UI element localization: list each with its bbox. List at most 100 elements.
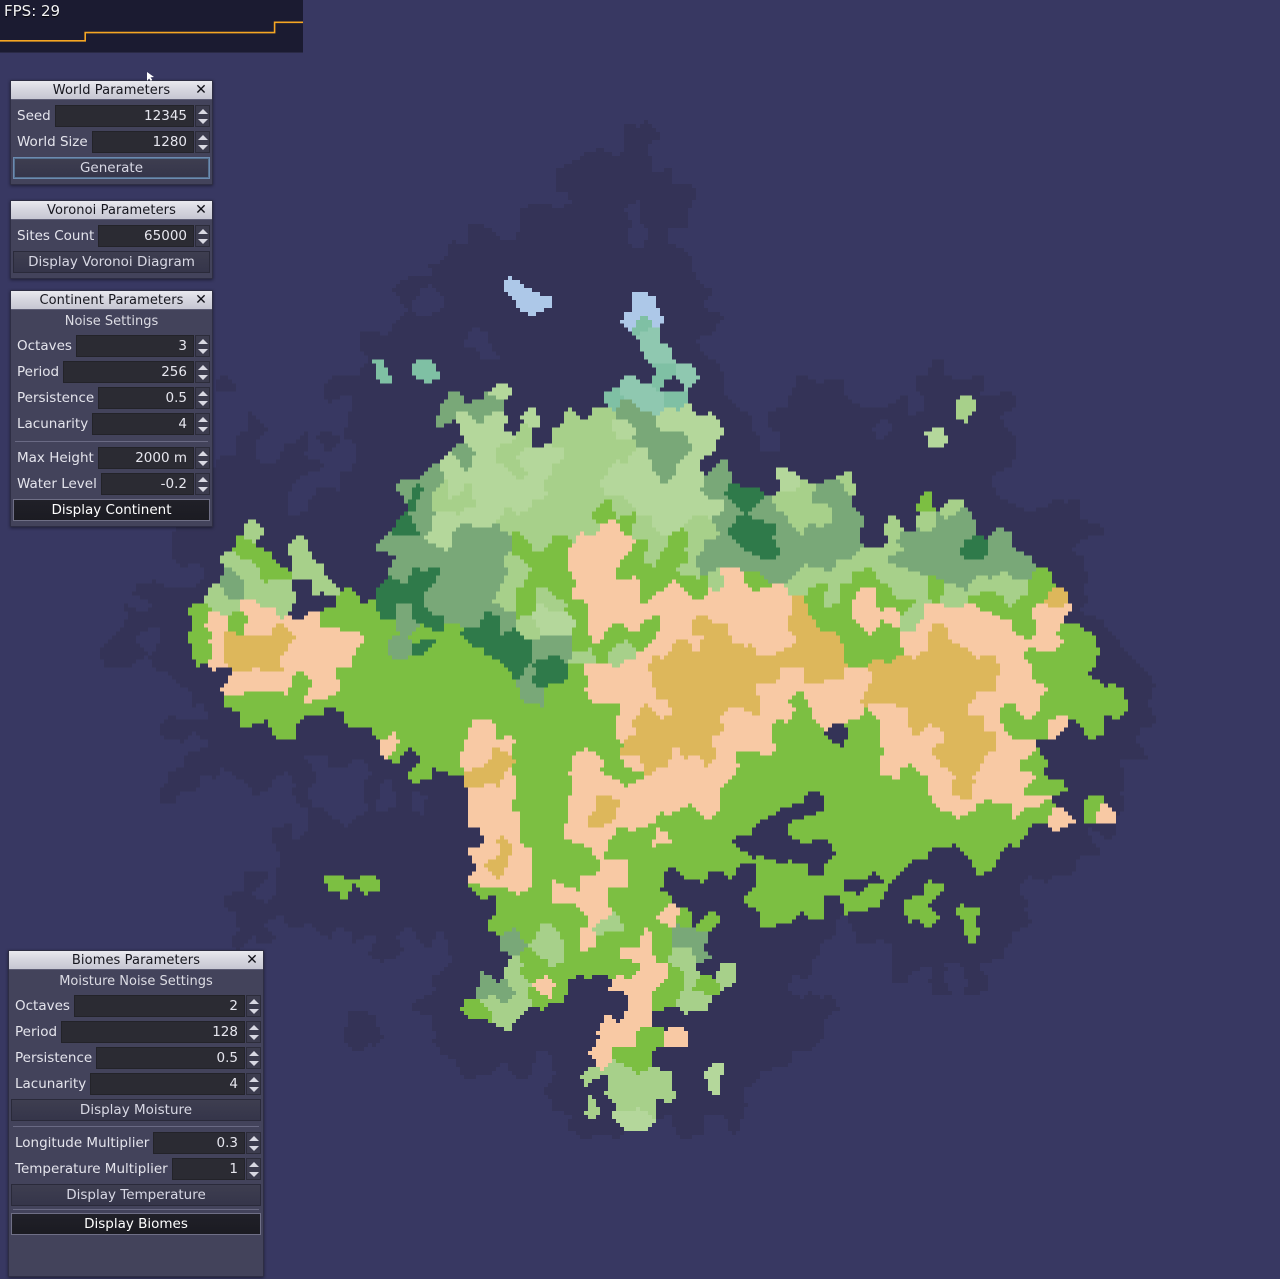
input-water-level[interactable]: -0.2	[100, 473, 194, 495]
field-row-period: Period 256	[13, 360, 210, 384]
chevron-up-icon[interactable]	[197, 338, 208, 344]
input-moisture-persistence[interactable]: 0.5	[96, 1047, 245, 1069]
label-moisture-lacunarity: Lacunarity	[15, 1076, 87, 1092]
chevron-up-icon[interactable]	[248, 1161, 259, 1167]
field-row-octaves: Octaves 3	[13, 334, 210, 358]
generate-button[interactable]: Generate	[13, 157, 210, 179]
chevron-down-icon[interactable]	[248, 1086, 259, 1092]
panel-biomes-titlebar[interactable]: Biomes Parameters ✕	[9, 951, 263, 970]
panel-voronoi-parameters[interactable]: Voronoi Parameters ✕ Sites Count 65000 D…	[10, 200, 213, 279]
chevron-up-icon[interactable]	[197, 476, 208, 482]
close-icon[interactable]: ✕	[194, 83, 208, 97]
chevron-down-icon[interactable]	[197, 460, 208, 466]
display-voronoi-diagram-button[interactable]: Display Voronoi Diagram	[13, 251, 210, 273]
chevron-up-icon[interactable]	[197, 364, 208, 370]
display-temperature-button[interactable]: Display Temperature	[11, 1184, 261, 1206]
panel-voronoi-titlebar[interactable]: Voronoi Parameters ✕	[11, 201, 212, 220]
chevron-up-icon[interactable]	[197, 416, 208, 422]
chevron-down-icon[interactable]	[197, 118, 208, 124]
panel-world-body: Seed 12345 World Size 1280 Generate	[11, 100, 212, 184]
display-biomes-button[interactable]: Display Biomes	[11, 1213, 261, 1235]
chevron-down-icon[interactable]	[248, 1034, 259, 1040]
chevron-up-icon[interactable]	[197, 134, 208, 140]
chevron-down-icon[interactable]	[248, 1060, 259, 1066]
display-moisture-button[interactable]: Display Moisture	[11, 1099, 261, 1121]
chevron-down-icon[interactable]	[197, 486, 208, 492]
input-world-size[interactable]: 1280	[91, 131, 194, 153]
input-lacunarity[interactable]: 4	[92, 413, 194, 435]
input-moisture-period[interactable]: 128	[61, 1021, 245, 1043]
input-temperature-multiplier[interactable]: 1	[171, 1158, 245, 1180]
panel-world-titlebar[interactable]: World Parameters ✕	[11, 81, 212, 100]
input-period[interactable]: 256	[63, 361, 194, 383]
chevron-up-icon[interactable]	[197, 450, 208, 456]
fps-label: FPS: 29	[4, 2, 61, 20]
stepper-world-size[interactable]	[195, 131, 210, 153]
panel-continent-title: Continent Parameters	[39, 292, 184, 308]
display-continent-button[interactable]: Display Continent	[13, 499, 210, 521]
panel-biomes-parameters[interactable]: Biomes Parameters ✕ Moisture Noise Setti…	[8, 950, 264, 1277]
stepper-water-level[interactable]	[195, 473, 210, 495]
chevron-down-icon[interactable]	[197, 426, 208, 432]
close-icon[interactable]: ✕	[194, 293, 208, 307]
panel-continent-titlebar[interactable]: Continent Parameters ✕	[11, 291, 212, 310]
stepper-longitude-multiplier[interactable]	[246, 1132, 261, 1154]
label-sites-count: Sites Count	[17, 228, 95, 244]
stepper-lacunarity[interactable]	[195, 413, 210, 435]
stepper-moisture-persistence[interactable]	[246, 1047, 261, 1069]
label-moisture-octaves: Octaves	[15, 998, 70, 1014]
chevron-up-icon[interactable]	[248, 1024, 259, 1030]
label-persistence: Persistence	[17, 390, 95, 406]
chevron-up-icon[interactable]	[248, 1050, 259, 1056]
chevron-down-icon[interactable]	[248, 1171, 259, 1177]
stepper-temperature-multiplier[interactable]	[246, 1158, 261, 1180]
input-moisture-lacunarity[interactable]: 4	[90, 1073, 245, 1095]
chevron-up-icon[interactable]	[248, 1076, 259, 1082]
field-row-temperature-multiplier: Temperature Multiplier 1	[11, 1157, 261, 1181]
stepper-persistence[interactable]	[195, 387, 210, 409]
chevron-up-icon[interactable]	[197, 108, 208, 114]
stepper-max-height[interactable]	[195, 447, 210, 469]
chevron-down-icon[interactable]	[197, 400, 208, 406]
stepper-moisture-lacunarity[interactable]	[246, 1073, 261, 1095]
input-max-height[interactable]: 2000 m	[97, 447, 194, 469]
chevron-down-icon[interactable]	[197, 374, 208, 380]
app-root: FPS: 29 World Parameters ✕ Seed 12345 Wo…	[0, 0, 1280, 1279]
input-sites-count[interactable]: 65000	[98, 225, 194, 247]
input-longitude-multiplier[interactable]: 0.3	[153, 1132, 245, 1154]
chevron-up-icon[interactable]	[197, 390, 208, 396]
chevron-up-icon[interactable]	[197, 228, 208, 234]
chevron-down-icon[interactable]	[248, 1145, 259, 1151]
field-row-moisture-period: Period 128	[11, 1020, 261, 1044]
panel-world-parameters[interactable]: World Parameters ✕ Seed 12345 World Size…	[10, 80, 213, 185]
stepper-sites-count[interactable]	[195, 225, 210, 247]
field-row-moisture-persistence: Persistence 0.5	[11, 1046, 261, 1070]
field-row-moisture-octaves: Octaves 2	[11, 994, 261, 1018]
panel-continent-parameters[interactable]: Continent Parameters ✕ Noise Settings Oc…	[10, 290, 213, 527]
stepper-moisture-period[interactable]	[246, 1021, 261, 1043]
chevron-down-icon[interactable]	[197, 348, 208, 354]
chevron-down-icon[interactable]	[248, 1008, 259, 1014]
label-longitude-multiplier: Longitude Multiplier	[15, 1135, 150, 1151]
close-icon[interactable]: ✕	[245, 953, 259, 967]
chevron-up-icon[interactable]	[248, 998, 259, 1004]
divider	[13, 1209, 259, 1210]
stepper-moisture-octaves[interactable]	[246, 995, 261, 1017]
input-octaves[interactable]: 3	[75, 335, 194, 357]
input-seed[interactable]: 12345	[54, 105, 194, 127]
label-temperature-multiplier: Temperature Multiplier	[15, 1161, 168, 1177]
chevron-up-icon[interactable]	[248, 1135, 259, 1141]
input-moisture-octaves[interactable]: 2	[73, 995, 245, 1017]
panel-biomes-title: Biomes Parameters	[71, 952, 201, 968]
close-icon[interactable]: ✕	[194, 203, 208, 217]
stepper-octaves[interactable]	[195, 335, 210, 357]
field-row-longitude-multiplier: Longitude Multiplier 0.3	[11, 1131, 261, 1155]
label-world-size: World Size	[17, 134, 88, 150]
stepper-seed[interactable]	[195, 105, 210, 127]
chevron-down-icon[interactable]	[197, 238, 208, 244]
field-row-persistence: Persistence 0.5	[13, 386, 210, 410]
input-persistence[interactable]: 0.5	[98, 387, 194, 409]
label-seed: Seed	[17, 108, 51, 124]
stepper-period[interactable]	[195, 361, 210, 383]
chevron-down-icon[interactable]	[197, 144, 208, 150]
